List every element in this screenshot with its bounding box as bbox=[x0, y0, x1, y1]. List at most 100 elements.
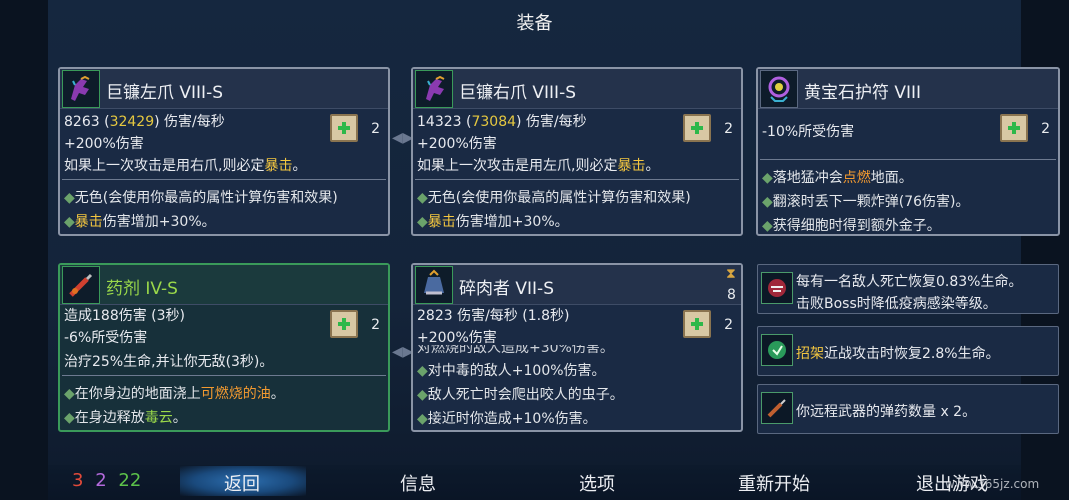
item-name: 黄宝石护符 VIII bbox=[804, 83, 922, 103]
info-button[interactable]: 信息 bbox=[400, 470, 436, 496]
mutation-icon bbox=[761, 334, 793, 366]
weapon-card-left-claw[interactable]: 巨镰左爪 VIII-S 8263 (32429) 伤害/每秒 +200%伤害 如… bbox=[58, 67, 390, 236]
dps-value: 14323 bbox=[417, 114, 462, 130]
affix-text: 落地猛冲会 bbox=[772, 170, 843, 186]
dps-suffix: 伤害/每秒 bbox=[525, 114, 587, 130]
timer-count: 8 bbox=[727, 287, 736, 303]
scroll-icon bbox=[683, 310, 711, 338]
dps-line: 14323 (73084) 伤害/每秒 bbox=[417, 114, 587, 130]
divider bbox=[62, 179, 386, 180]
description-line: 如果上一次攻击是用左爪,则必定暴击。 bbox=[417, 155, 659, 175]
dps-line: 2823 伤害/每秒 (1.8秒) bbox=[417, 308, 570, 324]
skill-card-potion[interactable]: 药剂 IV-S 造成188伤害 (3秒) -6%所受伤害 治疗25%生命,并让你… bbox=[58, 263, 390, 432]
watermark: www.365jz.com bbox=[945, 477, 1040, 491]
desc-keyword: 暴击 bbox=[617, 158, 646, 174]
card-header: 巨镰右爪 VIII-S bbox=[413, 69, 741, 109]
desc-keyword: 暴击 bbox=[264, 158, 293, 174]
page-title: 装备 bbox=[516, 13, 553, 34]
affix-text: 无色(会使用你最高的属性计算伤害和效果) bbox=[74, 190, 338, 206]
clipped-affix: 对燃烧的敌人造成+30%伤害。 bbox=[417, 345, 614, 354]
scroll-stats: 3 2 22 bbox=[72, 470, 141, 491]
hourglass-icon: ⧗ bbox=[726, 266, 736, 282]
mutation-icon bbox=[761, 392, 793, 424]
affix-text: 接近时你造成+10%伤害。 bbox=[427, 411, 597, 427]
back-button[interactable]: 返回 bbox=[224, 470, 260, 496]
divider bbox=[62, 375, 386, 376]
mutation-row[interactable]: 招架近战攻击时恢复2.8%生命。 bbox=[757, 326, 1059, 376]
affix-bullet: ◆落地猛冲会点燃地面。 bbox=[762, 170, 913, 186]
divider bbox=[760, 159, 1056, 160]
scroll-count: 2 bbox=[371, 317, 380, 333]
affix-bullet: ◆暴击伤害增加+30%。 bbox=[64, 214, 216, 230]
divider bbox=[415, 179, 739, 180]
desc-end: 。 bbox=[645, 158, 660, 174]
item-name: 巨镰左爪 VIII-S bbox=[106, 83, 223, 103]
amulet-icon bbox=[760, 70, 798, 108]
affix-text: 在身边释放 bbox=[74, 410, 145, 426]
scroll-count: 2 bbox=[371, 121, 380, 137]
restart-button[interactable]: 重新开始 bbox=[738, 470, 810, 496]
card-header: 黄宝石护符 VIII bbox=[758, 69, 1058, 109]
desc-text: 如果上一次攻击是用右爪,则必定 bbox=[64, 158, 265, 174]
affix-bullet: ◆在你身边的地面浇上可燃烧的油。 bbox=[64, 386, 285, 402]
affix-text: 翻滚时丢下一颗炸弹(76伤害)。 bbox=[772, 194, 970, 210]
claw-weapon-icon bbox=[415, 70, 453, 108]
survival-count: 22 bbox=[118, 470, 142, 491]
affix-text: 获得细胞时得到额外金子。 bbox=[772, 218, 941, 234]
item-name: 巨镰右爪 VIII-S bbox=[459, 83, 576, 103]
left-border bbox=[0, 0, 48, 500]
damage-line: 造成188伤害 (3秒) bbox=[64, 308, 186, 324]
affix-bullet: ◆接近时你造成+10%伤害。 bbox=[417, 411, 597, 427]
brutality-count: 3 bbox=[72, 470, 84, 491]
amulet-card[interactable]: 黄宝石护符 VIII -10%所受伤害 ◆落地猛冲会点燃地面。 ◆翻滚时丢下一颗… bbox=[756, 67, 1060, 236]
affix-text: 在你身边的地面浇上 bbox=[74, 386, 201, 402]
affix-bullet: ◆对中毒的敌人+100%伤害。 bbox=[417, 363, 606, 379]
affix-bullet: ◆暴击伤害增加+30%。 bbox=[417, 214, 569, 230]
grinder-trap-icon bbox=[415, 266, 453, 304]
affix-text: 对中毒的敌人+100%伤害。 bbox=[427, 363, 606, 379]
card-header: 药剂 IV-S bbox=[60, 265, 388, 305]
mutation-icon bbox=[761, 272, 793, 304]
bonus-line: +200%伤害 bbox=[64, 136, 144, 152]
stat-line: -6%所受伤害 bbox=[64, 330, 148, 346]
affix-keyword: 暴击 bbox=[427, 214, 456, 230]
scroll-icon bbox=[330, 114, 358, 142]
potion-icon bbox=[62, 266, 100, 304]
affix-text: 。 bbox=[270, 386, 285, 402]
skill-card-grinder[interactable]: 碎肉者 VII-S ⧗ 8 2823 伤害/每秒 (1.8秒) +200%伤害 … bbox=[411, 263, 743, 432]
affix-keyword: 可燃烧的油 bbox=[200, 386, 271, 402]
desc-text: 如果上一次攻击是用左爪,则必定 bbox=[417, 158, 618, 174]
mutation-row[interactable]: 你远程武器的弹药数量 x 2。 bbox=[757, 384, 1059, 434]
card-header: 碎肉者 VII-S bbox=[413, 265, 741, 305]
affix-keyword: 暴击 bbox=[74, 214, 103, 230]
mutation-text: 你远程武器的弹药数量 x 2。 bbox=[796, 404, 977, 420]
mutation-row[interactable]: 每有一名敌人死亡恢复0.83%生命。 击败Boss时降低疫病感染等级。 bbox=[757, 264, 1059, 314]
scroll-count: 2 bbox=[724, 121, 733, 137]
desc-end: 。 bbox=[292, 158, 307, 174]
item-name: 碎肉者 VII-S bbox=[459, 279, 554, 299]
affix-text: 无色(会使用你最高的属性计算伤害和效果) bbox=[427, 190, 691, 206]
weapon-card-right-claw[interactable]: 巨镰右爪 VIII-S 14323 (73084) 伤害/每秒 +200%伤害 … bbox=[411, 67, 743, 236]
description-line: 治疗25%生命,并让你无敌(3秒)。 bbox=[64, 354, 274, 370]
mutation-keyword: 招架 bbox=[796, 346, 824, 362]
dps-line: 8263 (32429) 伤害/每秒 bbox=[64, 114, 225, 130]
affix-keyword: 点燃 bbox=[842, 170, 871, 186]
mutation-text: 击败Boss时降低疫病感染等级。 bbox=[796, 296, 997, 312]
mutation-desc: 近战攻击时恢复2.8%生命。 bbox=[824, 346, 1000, 362]
dps-suffix: 伤害/每秒 bbox=[164, 114, 225, 130]
bonus-line: +200%伤害 bbox=[417, 136, 497, 152]
description-line: 如果上一次攻击是用右爪,则必定暴击。 bbox=[64, 155, 306, 175]
mutation-text: 每有一名敌人死亡恢复0.83%生命。 bbox=[796, 274, 1023, 290]
card-header: 巨镰左爪 VIII-S bbox=[60, 69, 388, 109]
scroll-count: 2 bbox=[1041, 121, 1050, 137]
affix-bullet: ◆无色(会使用你最高的属性计算伤害和效果) bbox=[64, 190, 338, 206]
affix-text: 地面。 bbox=[870, 170, 913, 186]
affix-bullet: ◆翻滚时丢下一颗炸弹(76伤害)。 bbox=[762, 194, 970, 210]
options-button[interactable]: 选项 bbox=[579, 470, 615, 496]
dps-crit-value: 32429 bbox=[109, 114, 155, 130]
scroll-icon bbox=[683, 114, 711, 142]
affix-keyword: 毒云 bbox=[144, 410, 173, 426]
affix-bullet: ◆敌人死亡时会爬出咬人的虫子。 bbox=[417, 387, 624, 403]
dps-value: 8263 bbox=[64, 114, 100, 130]
bonus-line: +200%伤害 bbox=[417, 330, 497, 346]
